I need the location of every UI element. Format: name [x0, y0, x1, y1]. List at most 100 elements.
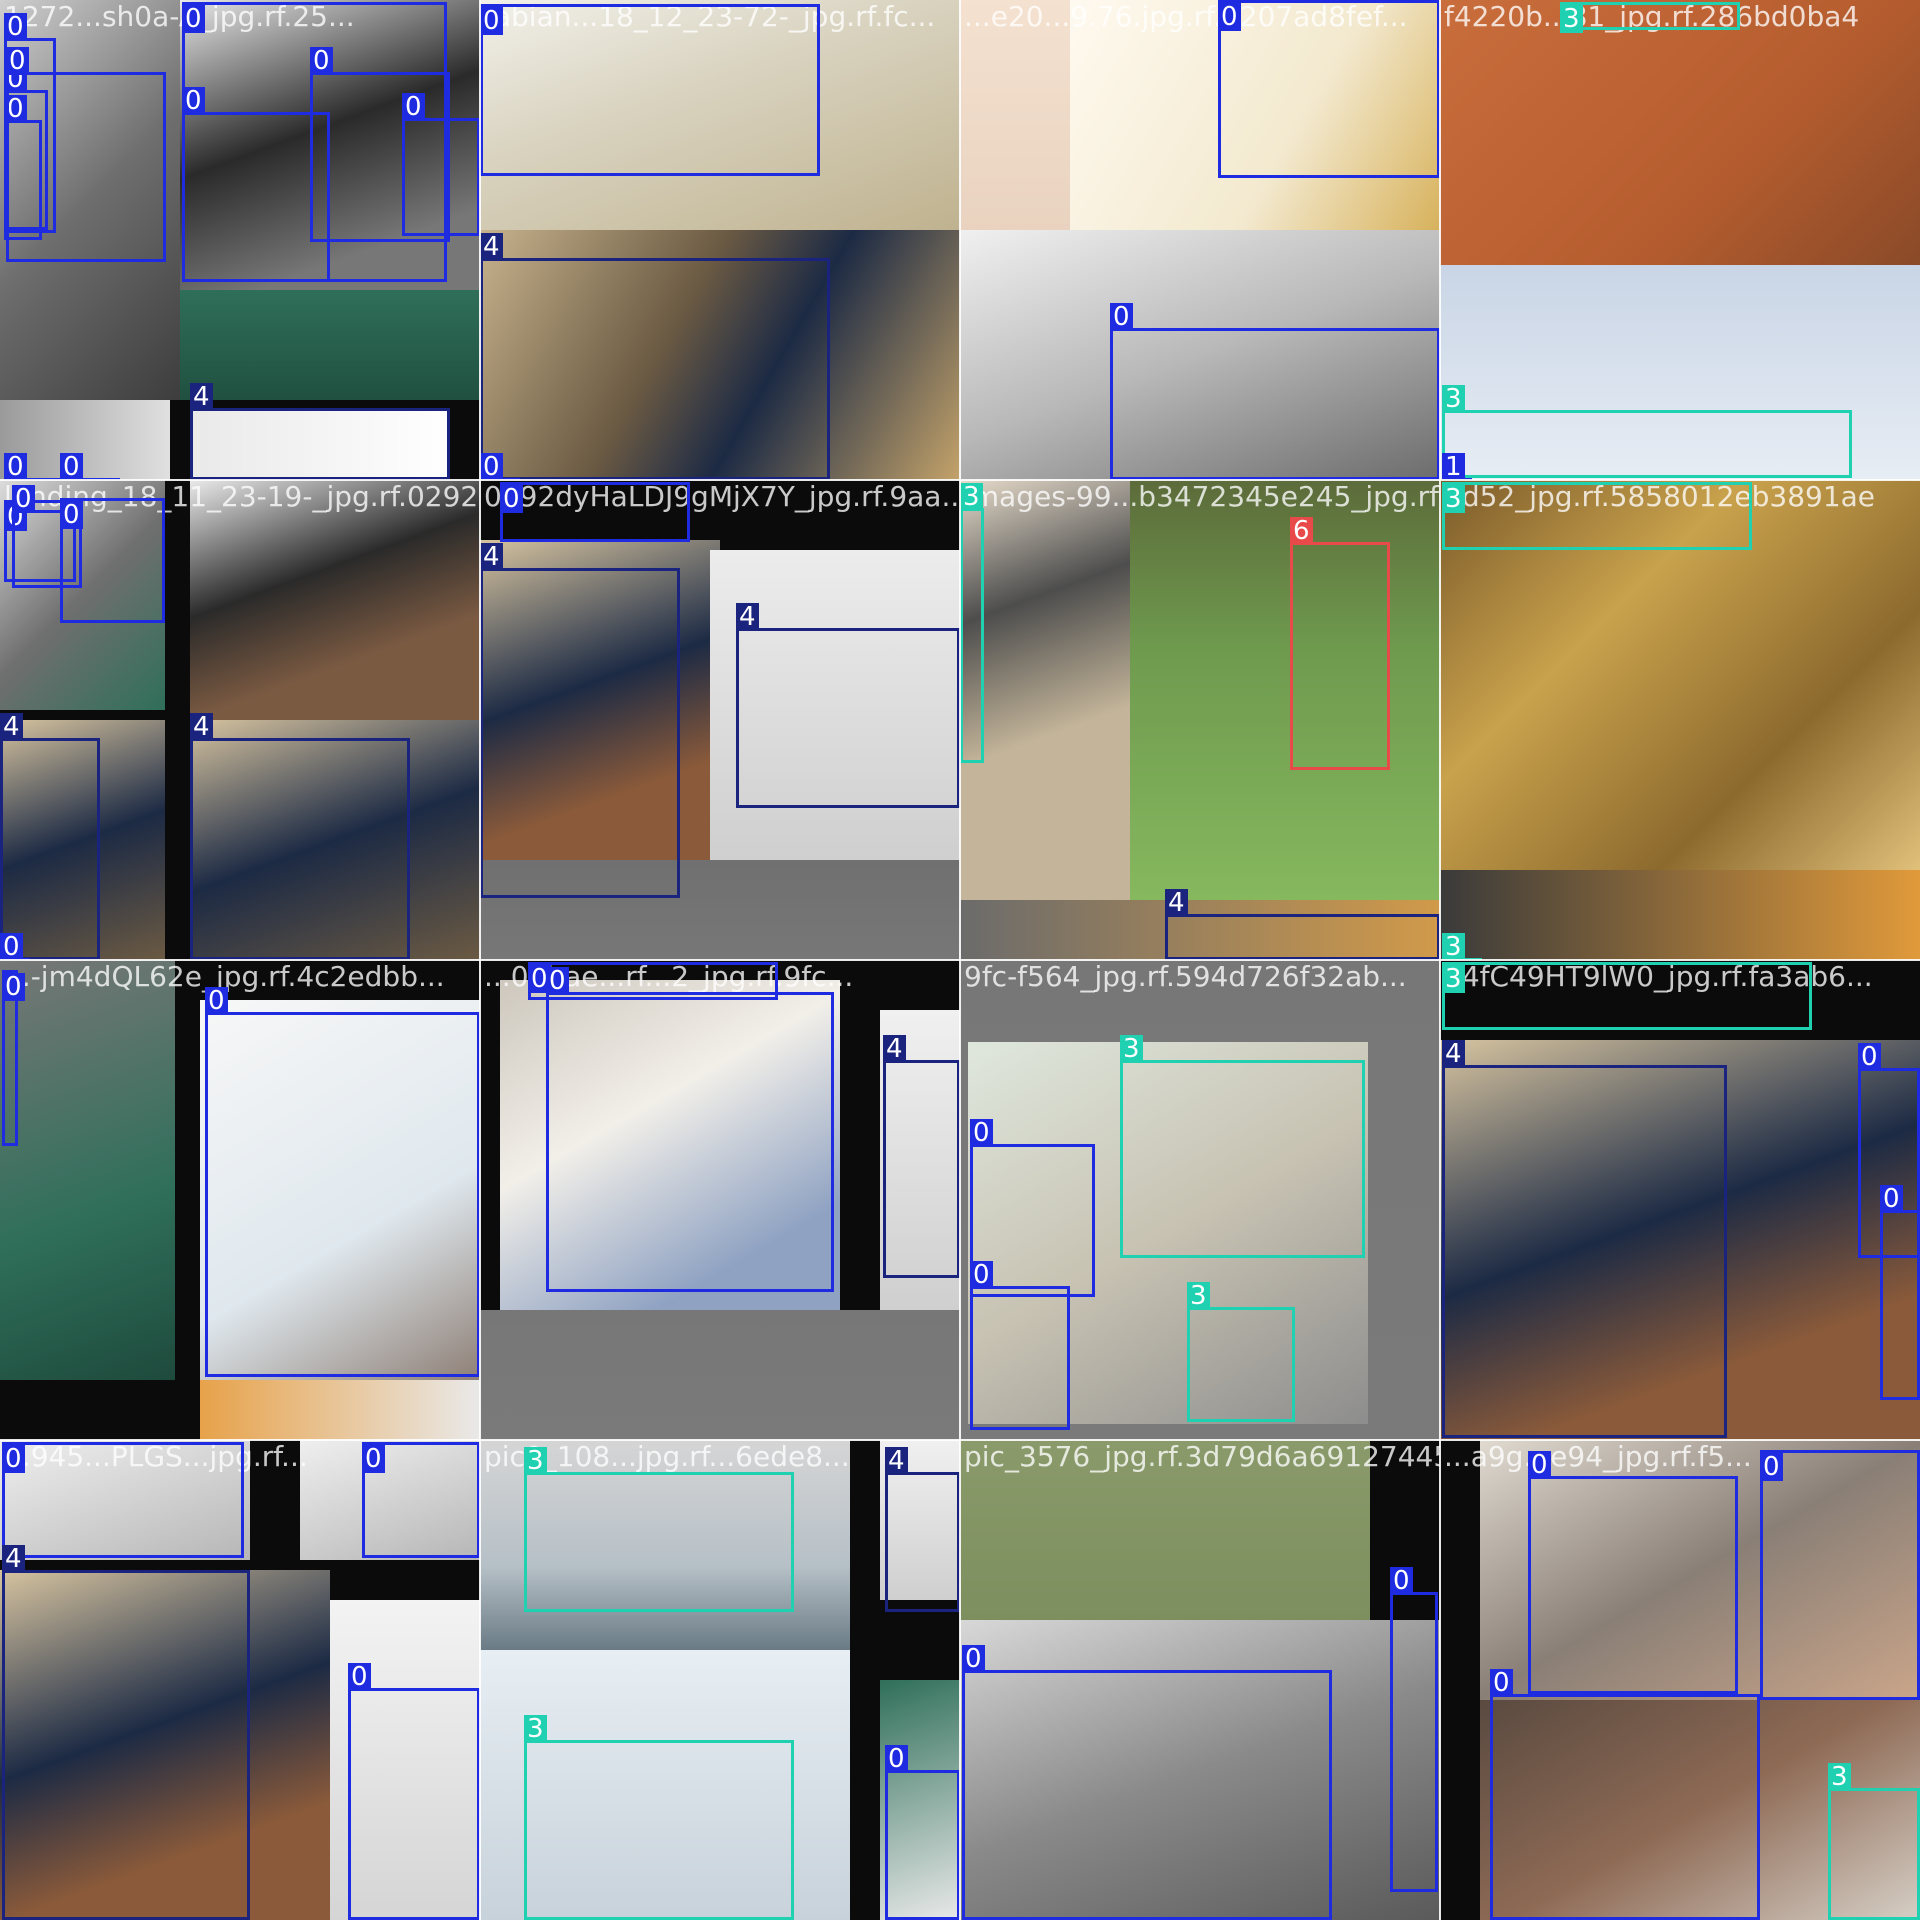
- mosaic-tile: 0292dyHaLDJ9gMjX7Y_jpg.rf.9aa... 0 4 4: [480, 480, 960, 960]
- bounding-box: 3: [1442, 962, 1812, 1030]
- bounding-box: 0: [546, 967, 834, 1292]
- bounding-box-class-label: 0: [402, 93, 425, 121]
- mosaic-tile: ...a9g...e94_jpg.rf.f5... 0 0 0 3: [1440, 1440, 1920, 1920]
- bounding-box: 4: [1165, 889, 1440, 960]
- tile-filename: ...a9g...e94_jpg.rf.f5...: [1444, 1440, 1752, 1473]
- mosaic-tile: landing_18_11_23-19-_jpg.rf.0292... 0 0 0 4 4…: [0, 480, 480, 960]
- bounding-box-class-label: 3: [1442, 385, 1465, 413]
- mosaic-tile: ...-jm4dQL62e_jpg.rf.4c2edbb... 0 0: [0, 960, 480, 1440]
- tile-divider: [1439, 0, 1441, 1920]
- bounding-box: 0: [962, 1645, 1332, 1920]
- bounding-box-class-label: 3: [524, 1447, 547, 1475]
- bounding-box: 3: [1442, 385, 1852, 478]
- tile-filename: pic_3576_jpg.rf.3d79d6a69127445...: [964, 1440, 1440, 1473]
- augmented-photo-patch: [190, 480, 480, 720]
- bounding-box-class-label: 4: [1442, 1040, 1465, 1068]
- bounding-box: 4: [480, 543, 680, 898]
- bounding-box-class-label: 0: [1880, 1185, 1903, 1213]
- bounding-box: 6: [1290, 517, 1390, 770]
- augmented-photo-patch: [1440, 0, 1920, 265]
- tile-filename: images-99...b3472345e245_jpg.rf.5...: [964, 480, 1440, 513]
- bounding-box: 3: [960, 483, 984, 763]
- bounding-box-class-label: 4: [480, 543, 503, 571]
- bounding-box: 0: [1390, 1567, 1438, 1892]
- bounding-box-class-label: 0: [348, 1663, 371, 1691]
- bounding-box-class-label: 4: [190, 383, 213, 411]
- bounding-box-class-label: 0: [885, 1745, 908, 1773]
- mosaic-tile: ...e20...9.76.jpg.rf.0207ad8fef... 0 0: [960, 0, 1440, 480]
- bounding-box-class-label: 0: [962, 1645, 985, 1673]
- bounding-box: 4: [2, 1545, 250, 1920]
- bounding-box-class-label: 0: [4, 453, 27, 480]
- bounding-box-class-label: 4: [1165, 889, 1188, 917]
- mosaic-tile: images-99...b3472345e245_jpg.rf.5... 3 6 4: [960, 480, 1440, 960]
- augmented-photo-patch: [480, 1310, 960, 1440]
- bounding-box-class-label: 1: [1442, 453, 1465, 480]
- augmented-photo-patch: [180, 290, 480, 400]
- bounding-box-class-label: 3: [1442, 485, 1465, 513]
- bounding-box: 0: [362, 1442, 480, 1558]
- bounding-box: 0: [1490, 1669, 1760, 1920]
- bounding-box: 3: [1120, 1035, 1365, 1258]
- bounding-box-class-label: 0: [1110, 303, 1133, 331]
- bounding-box: 0: [402, 93, 480, 236]
- bounding-box: 0: [970, 1261, 1070, 1430]
- bounding-box: 0: [1528, 1451, 1738, 1694]
- bounding-box-class-label: 0: [480, 453, 503, 480]
- bounding-box-class-label: 4: [885, 1447, 908, 1475]
- bounding-box-class-label: 4: [0, 713, 23, 741]
- bounding-box: 0: [1218, 0, 1440, 178]
- bounding-box: 4: [190, 383, 450, 480]
- mosaic-tile: ...945...PLGS...jpg.rf... 0 0 4 0: [0, 1440, 480, 1920]
- bounding-box-class-label: 0: [1858, 1043, 1881, 1071]
- bounding-box-class-label: 0: [4, 13, 27, 41]
- bounding-box-class-label: 0: [12, 485, 35, 513]
- bounding-box-class-label: 0: [6, 47, 29, 75]
- bounding-box: 0: [2, 1442, 244, 1558]
- bounding-box-class-label: 0: [1390, 1567, 1413, 1595]
- mosaic: 1272...sh0a-A_jpg.rf.25... 0 0 0 0 0 0 0 0 4 0 0 fab…: [0, 0, 1920, 1920]
- bounding-box: 0: [205, 987, 480, 1377]
- bounding-box: 4: [0, 713, 100, 960]
- bounding-box: 3: [1828, 1763, 1920, 1920]
- bounding-box: 4: [883, 1035, 960, 1278]
- bounding-box: 4: [1442, 1040, 1727, 1438]
- bounding-box: 4: [190, 713, 410, 960]
- bounding-box-class-label: 4: [2, 1545, 25, 1573]
- bounding-box-class-label: 3: [1560, 5, 1583, 33]
- mosaic-tile: f4220b...81_jpg.rf.286bd0ba4 3 3 1: [1440, 0, 1920, 480]
- bounding-box-class-label: 3: [960, 483, 983, 511]
- bounding-box-class-label: 0: [546, 967, 569, 995]
- mosaic-tile: 74fC49HT9lW0_jpg.rf.fa3ab6... 3 4 0 0: [1440, 960, 1920, 1440]
- mosaic-tile: 9fc-f564_jpg.rf.594d726f32ab... 3 0 0 3: [960, 960, 1440, 1440]
- bounding-box-class-label: 0: [60, 501, 83, 529]
- bounding-box: 3: [524, 1715, 794, 1920]
- bounding-box: 4: [885, 1447, 960, 1612]
- bounding-box-class-label: 0: [970, 1119, 993, 1147]
- augmented-photo-patch: [960, 0, 1070, 230]
- bounding-box-class-label: 0: [480, 7, 503, 35]
- bounding-box-class-label: 0: [182, 87, 205, 115]
- bounding-box-class-label: 3: [1828, 1763, 1851, 1791]
- augmented-photo-patch: [960, 480, 1130, 900]
- bounding-box: 0: [480, 4, 820, 176]
- bounding-box: 0: [1880, 1185, 1920, 1400]
- bounding-box: 3: [1442, 482, 1752, 550]
- bounding-box: 0: [2, 970, 25, 1146]
- mosaic-tile: pic0_108...jpg.rf...6ede8... 3 4 3 0: [480, 1440, 960, 1920]
- bounding-box: 0: [885, 1745, 960, 1920]
- bounding-box-class-label: 0: [970, 1261, 993, 1289]
- tile-filename: 9fc-f564_jpg.rf.594d726f32ab...: [964, 960, 1407, 993]
- bounding-box: 0: [348, 1663, 480, 1920]
- bounding-box-class-label: 3: [1442, 933, 1465, 960]
- mosaic-tile: fabian...18_12_23-72-_jpg.rf.fc... 0 4 0: [480, 0, 960, 480]
- mosaic-tile: ...03bae...rf...2_jpg.rf.9fc... 0 0 4: [480, 960, 960, 1440]
- bounding-box-class-label: 0: [60, 453, 83, 480]
- bounding-box-class-label: 3: [1442, 965, 1465, 993]
- bounding-box-class-label: 3: [524, 1715, 547, 1743]
- bounding-box-class-label: 3: [1187, 1282, 1210, 1310]
- bounding-box: 0: [1760, 1450, 1920, 1700]
- bounding-box-class-label: 0: [1218, 3, 1241, 31]
- mosaic-tile: 2d52_jpg.rf.5858012eb3891ae 3 3: [1440, 480, 1920, 960]
- bounding-box: 0: [60, 498, 165, 623]
